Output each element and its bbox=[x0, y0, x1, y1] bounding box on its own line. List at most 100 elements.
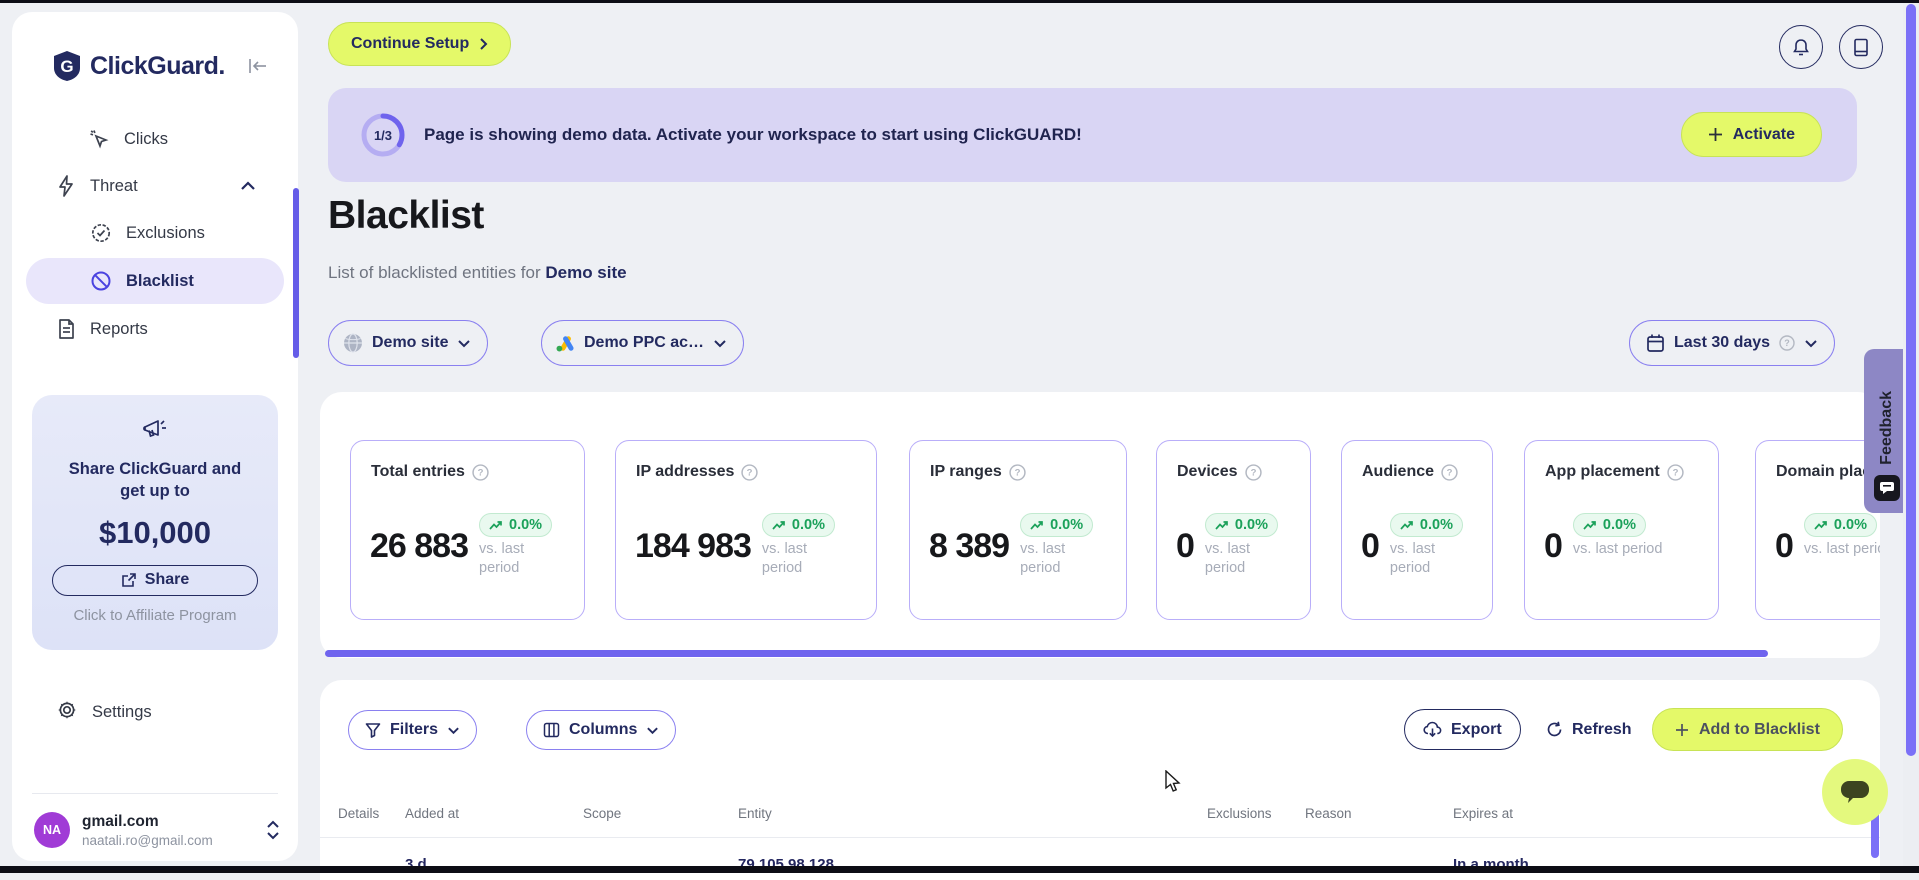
ban-icon bbox=[90, 270, 112, 292]
chevron-down-icon bbox=[1805, 339, 1817, 347]
calendar-icon bbox=[1647, 334, 1664, 352]
sidebar-item-label: Reports bbox=[90, 319, 148, 338]
help-circle-icon[interactable]: ? bbox=[1667, 463, 1684, 481]
stat-value: 0 bbox=[1361, 527, 1380, 565]
stat-card-app-placement: App placement ? 0 0.0% vs. last period bbox=[1524, 440, 1719, 620]
megaphone-icon bbox=[143, 420, 166, 438]
ppc-account-selector[interactable]: Demo PPC ac… bbox=[541, 320, 745, 366]
plus-icon bbox=[1708, 128, 1722, 141]
sidebar-item-reports[interactable]: Reports bbox=[26, 307, 284, 351]
subtitle-prefix: List of blacklisted entities for bbox=[328, 263, 541, 282]
column-header-added-at[interactable]: Added at bbox=[405, 806, 459, 821]
globe-icon bbox=[344, 333, 362, 353]
notifications-button[interactable] bbox=[1779, 25, 1823, 69]
help-circle-icon[interactable]: ? bbox=[741, 463, 759, 481]
clickguard-app: { "colors": { "accent_lime": "#e4f969", … bbox=[0, 0, 1919, 880]
lightning-icon bbox=[56, 175, 76, 197]
column-header-details[interactable]: Details bbox=[338, 806, 379, 821]
add-to-blacklist-label: Add to Blacklist bbox=[1699, 720, 1820, 738]
banner-message: Page is showing demo data. Activate your… bbox=[424, 125, 1082, 144]
setup-progress-ring: 1/3 bbox=[360, 112, 406, 158]
table-columns-button[interactable]: Columns bbox=[526, 710, 677, 750]
help-circle-icon[interactable]: ? bbox=[472, 463, 489, 481]
stat-label: App placement bbox=[1545, 463, 1660, 480]
bell-icon bbox=[1793, 38, 1809, 55]
continue-setup-label: Continue Setup bbox=[351, 35, 470, 52]
stat-caption: vs. last period bbox=[1020, 541, 1066, 576]
stats-panel: Total entries ? 26 883 0.0% vs. last per… bbox=[320, 392, 1880, 658]
sidebar-divider bbox=[32, 793, 278, 794]
docs-button[interactable] bbox=[1839, 25, 1883, 69]
stats-horizontal-scrollbar[interactable] bbox=[325, 650, 1768, 657]
affiliate-promo-card[interactable]: Share ClickGuard and get up to $10,000 S… bbox=[32, 395, 278, 650]
continue-setup-button[interactable]: Continue Setup bbox=[328, 22, 512, 66]
help-circle-icon[interactable]: ? bbox=[1244, 463, 1262, 481]
svg-text:?: ? bbox=[1014, 467, 1020, 478]
stat-value: 184 983 bbox=[635, 527, 752, 565]
activate-button[interactable]: Activate bbox=[1680, 112, 1822, 157]
sidebar-scrollbar[interactable] bbox=[293, 188, 299, 358]
blacklist-table-panel: Filters Columns Export Refresh Add to Bl… bbox=[320, 680, 1880, 880]
svg-text:?: ? bbox=[1784, 338, 1790, 348]
sidebar-item-clicks[interactable]: Clicks bbox=[26, 117, 284, 161]
chat-widget-button[interactable] bbox=[1822, 759, 1888, 825]
help-circle-icon[interactable]: ? bbox=[1441, 463, 1458, 481]
export-button[interactable]: Export bbox=[1404, 709, 1521, 750]
refresh-button[interactable]: Refresh bbox=[1546, 709, 1632, 750]
help-circle-icon[interactable]: ? bbox=[1009, 463, 1026, 481]
stat-card-ip-addresses: IP addresses ? 184 983 0.0% vs. last per… bbox=[615, 440, 877, 620]
svg-text:?: ? bbox=[1250, 467, 1256, 478]
column-header-scope[interactable]: Scope bbox=[583, 806, 621, 821]
site-selector[interactable]: Demo site bbox=[328, 320, 489, 366]
gear-icon bbox=[56, 699, 78, 726]
column-header-exclusions[interactable]: Exclusions bbox=[1207, 806, 1272, 821]
promo-text: Share ClickGuard and get up to bbox=[68, 460, 242, 501]
stat-change-badge: 0.0% bbox=[1389, 513, 1463, 537]
stat-change-badge: 0.0% bbox=[761, 513, 835, 537]
stat-card-devices: Devices ? 0 0.0% vs. last period bbox=[1156, 440, 1311, 620]
chevron-up-icon[interactable] bbox=[240, 181, 256, 191]
refresh-label: Refresh bbox=[1572, 720, 1632, 738]
account-name: gmail.com bbox=[82, 812, 159, 830]
column-header-reason[interactable]: Reason bbox=[1305, 806, 1352, 821]
avatar: NA bbox=[34, 812, 70, 848]
svg-text:?: ? bbox=[1672, 467, 1678, 478]
stat-card-domain-placement: Domain placement ? 0 0.0% vs. last perio… bbox=[1755, 440, 1880, 620]
add-to-blacklist-button[interactable]: Add to Blacklist bbox=[1652, 708, 1843, 751]
columns-icon bbox=[543, 722, 560, 738]
sidebar-item-exclusions[interactable]: Exclusions bbox=[26, 211, 284, 255]
date-range-selector[interactable]: Last 30 days ? bbox=[1629, 320, 1836, 366]
cloud-download-icon bbox=[1423, 721, 1442, 738]
site-selector-value: Demo site bbox=[372, 334, 449, 351]
brand-wordmark: ClickGuard. bbox=[90, 51, 225, 80]
progress-step: 1/3 bbox=[374, 128, 392, 143]
page-scrollbar-thumb[interactable] bbox=[1906, 4, 1916, 756]
table-filters-button[interactable]: Filters bbox=[348, 710, 478, 750]
sidebar-collapse-icon[interactable] bbox=[247, 57, 269, 75]
activate-label: Activate bbox=[1732, 125, 1795, 143]
stat-card-total-entries: Total entries ? 26 883 0.0% vs. last per… bbox=[350, 440, 585, 620]
trend-up-icon bbox=[772, 520, 785, 530]
stat-value: 26 883 bbox=[370, 527, 469, 565]
column-header-expires-at[interactable]: Expires at bbox=[1453, 806, 1513, 821]
account-switcher[interactable]: NA gmail.com naatali.ro@gmail.com bbox=[34, 804, 280, 856]
stat-caption: vs. last period bbox=[1204, 541, 1251, 576]
help-circle-icon: ? bbox=[1779, 335, 1795, 351]
sidebar-item-settings[interactable]: Settings bbox=[56, 690, 152, 734]
stat-value: 8 389 bbox=[929, 527, 1010, 565]
column-header-entity[interactable]: Entity bbox=[738, 806, 772, 821]
stat-value: 0 bbox=[1176, 527, 1195, 565]
window-bottom-edge bbox=[0, 866, 1919, 873]
sidebar-item-blacklist[interactable]: Blacklist bbox=[26, 258, 284, 304]
subtitle-site-name: Demo site bbox=[545, 263, 627, 282]
share-button[interactable]: Share bbox=[52, 564, 258, 596]
sidebar-item-label: Clicks bbox=[124, 129, 168, 148]
stat-card-audience: Audience ? 0 0.0% vs. last period bbox=[1341, 440, 1493, 620]
sidebar-item-threat[interactable]: Threat bbox=[26, 164, 284, 208]
trend-up-icon bbox=[489, 520, 502, 530]
trend-up-icon bbox=[1215, 520, 1228, 530]
table-header-row: Details Added at Scope Entity Exclusions… bbox=[320, 798, 1880, 838]
feedback-label: Feedback bbox=[1878, 391, 1895, 465]
stat-label: Total entries bbox=[371, 463, 465, 480]
share-button-label: Share bbox=[144, 571, 190, 589]
